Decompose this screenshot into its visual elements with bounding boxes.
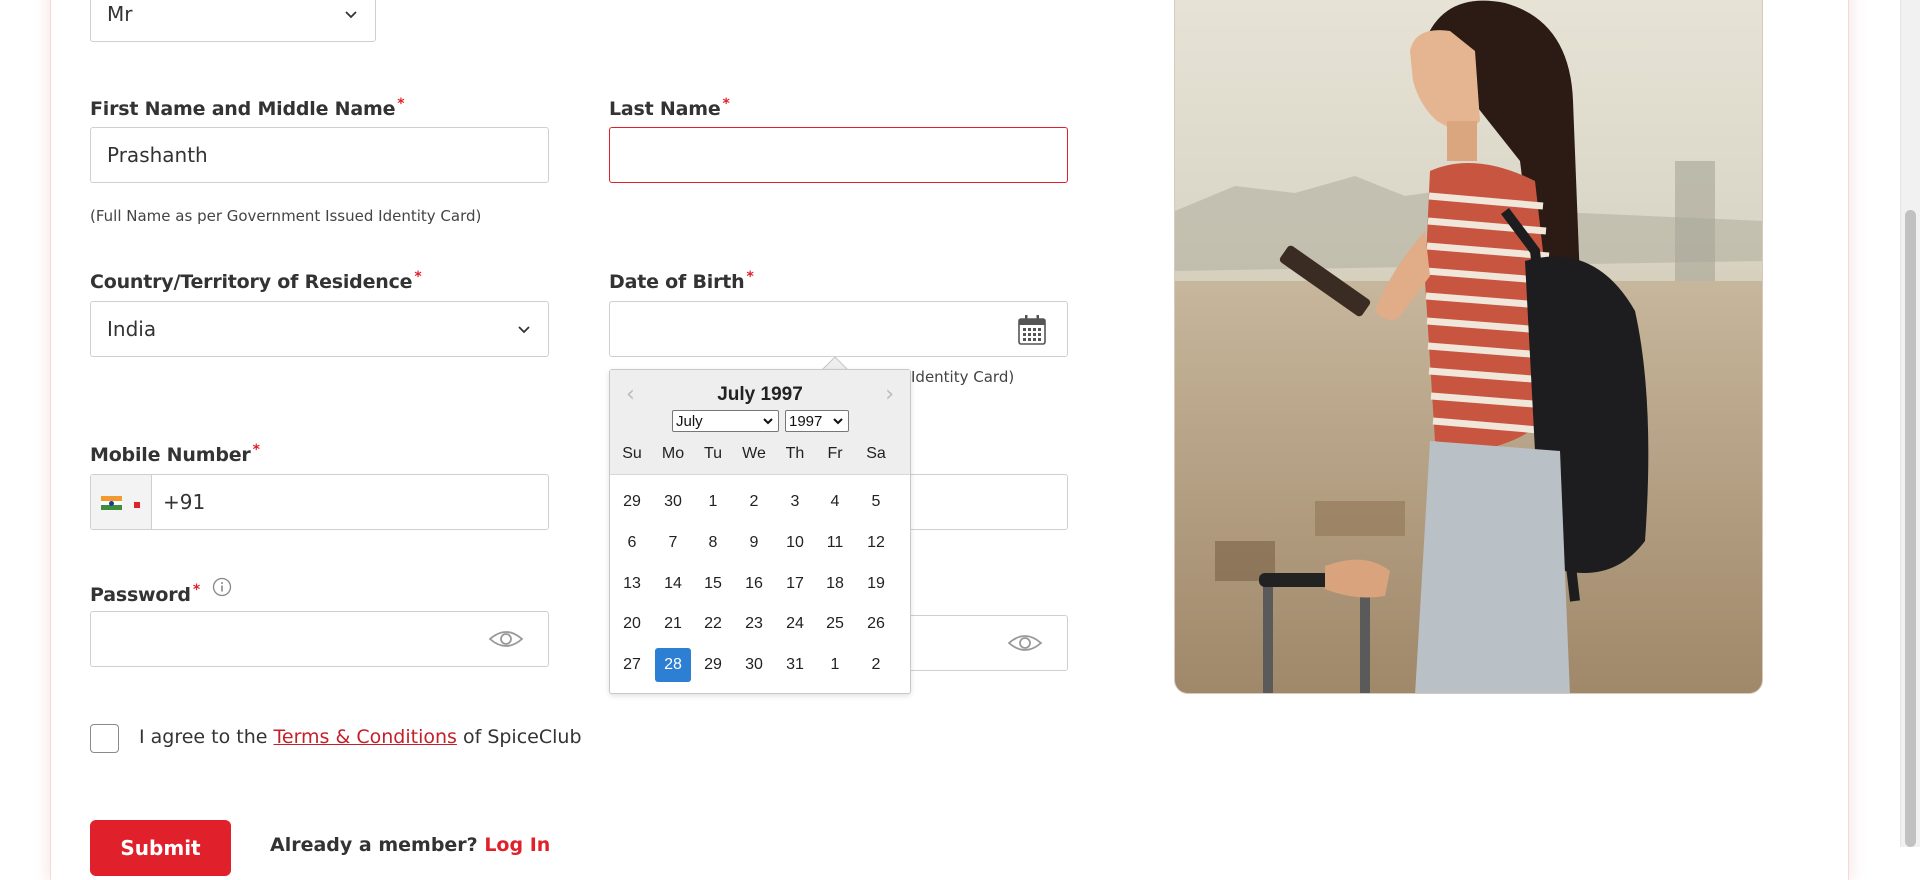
country-select[interactable]: India bbox=[90, 301, 549, 357]
mobile-value: +91 bbox=[163, 490, 206, 514]
page-scrollbar[interactable] bbox=[1900, 0, 1920, 847]
country-label: Country/Territory of Residence * bbox=[90, 269, 422, 293]
eye-icon[interactable] bbox=[1007, 633, 1043, 653]
calendar-day[interactable]: 5 bbox=[858, 485, 894, 519]
traveler-photo bbox=[1174, 0, 1763, 694]
eye-icon[interactable] bbox=[488, 629, 524, 649]
year-select-value: 1997 bbox=[789, 412, 823, 430]
calendar-day[interactable]: 6 bbox=[614, 526, 650, 560]
calendar-day[interactable]: 14 bbox=[655, 567, 691, 601]
month-select-value: July bbox=[676, 412, 703, 430]
first-name-hint: (Full Name as per Government Issued Iden… bbox=[90, 207, 482, 225]
dob-label: Date of Birth * bbox=[609, 269, 754, 293]
chevron-down-icon bbox=[763, 418, 773, 425]
calendar-day[interactable]: 30 bbox=[736, 648, 772, 682]
dropdown-caret-icon bbox=[134, 502, 140, 508]
login-link[interactable]: Log In bbox=[484, 834, 550, 856]
weekday-header: Tu bbox=[703, 445, 723, 462]
first-name-label: First Name and Middle Name * bbox=[90, 96, 405, 120]
calendar-icon[interactable] bbox=[1017, 314, 1047, 346]
calendar-day[interactable]: 26 bbox=[858, 607, 894, 641]
datepicker: ‹ July 1997 › July 1997 Su Mo Tu We Th Fr Sa 2… bbox=[609, 369, 911, 694]
password-label: Password * bbox=[90, 577, 232, 606]
info-icon[interactable] bbox=[212, 577, 232, 597]
calendar-day[interactable]: 2 bbox=[858, 648, 894, 682]
weekday-header: Fr bbox=[827, 445, 843, 462]
calendar-day[interactable]: 25 bbox=[817, 607, 853, 641]
year-select[interactable]: 1997 bbox=[785, 410, 849, 432]
page: Mr First Name and Middle Name * Prashanth… bbox=[0, 0, 1920, 880]
calendar-day[interactable]: 28 bbox=[655, 648, 691, 682]
required-mark: * bbox=[746, 269, 754, 285]
dob-hint: Identity Card) bbox=[911, 368, 1015, 386]
calendar-day[interactable]: 31 bbox=[777, 648, 813, 682]
calendar-day[interactable]: 11 bbox=[817, 526, 853, 560]
calendar-day[interactable]: 27 bbox=[614, 648, 650, 682]
calendar-day[interactable]: 20 bbox=[614, 607, 650, 641]
india-flag-icon bbox=[101, 496, 122, 510]
terms-checkbox[interactable] bbox=[90, 724, 119, 753]
calendar-day[interactable]: 18 bbox=[817, 567, 853, 601]
next-month-icon[interactable]: › bbox=[885, 382, 894, 407]
calendar-day[interactable]: 10 bbox=[777, 526, 813, 560]
calendar-day[interactable]: 19 bbox=[858, 567, 894, 601]
chevron-down-icon bbox=[345, 11, 357, 19]
calendar-day[interactable]: 30 bbox=[655, 485, 691, 519]
required-mark: * bbox=[252, 442, 260, 458]
required-mark: * bbox=[192, 582, 200, 598]
calendar-day[interactable]: 29 bbox=[614, 485, 650, 519]
weekday-header: We bbox=[742, 445, 766, 462]
country-code-dropdown[interactable] bbox=[91, 475, 152, 529]
calendar-day[interactable]: 24 bbox=[777, 607, 813, 641]
weekday-header: Mo bbox=[661, 445, 685, 462]
title-select-value: Mr bbox=[107, 2, 133, 26]
datepicker-header: ‹ July 1997 › July 1997 Su Mo Tu We Th Fr Sa bbox=[610, 370, 910, 475]
calendar-day[interactable]: 22 bbox=[695, 607, 731, 641]
calendar-day[interactable]: 21 bbox=[655, 607, 691, 641]
calendar-day[interactable]: 1 bbox=[695, 485, 731, 519]
calendar-day[interactable]: 15 bbox=[695, 567, 731, 601]
already-member-text: Already a member? Log In bbox=[270, 834, 551, 856]
calendar-day[interactable]: 12 bbox=[858, 526, 894, 560]
mobile-label: Mobile Number * bbox=[90, 442, 260, 466]
required-mark: * bbox=[397, 96, 405, 112]
mobile-input[interactable]: +91 bbox=[90, 474, 549, 530]
required-mark: * bbox=[414, 269, 422, 285]
month-select[interactable]: July bbox=[672, 410, 779, 432]
country-select-value: India bbox=[107, 317, 157, 341]
calendar-day[interactable]: 2 bbox=[736, 485, 772, 519]
scrollbar-thumb[interactable] bbox=[1905, 210, 1916, 847]
calendar-day[interactable]: 4 bbox=[817, 485, 853, 519]
chevron-down-icon bbox=[518, 326, 530, 334]
chevron-down-icon bbox=[833, 418, 843, 425]
weekday-header: Th bbox=[785, 445, 805, 462]
calendar-day[interactable]: 17 bbox=[777, 567, 813, 601]
weekday-header: Su bbox=[622, 445, 642, 462]
calendar-day[interactable]: 8 bbox=[695, 526, 731, 560]
calendar-day[interactable]: 7 bbox=[655, 526, 691, 560]
calendar-day[interactable]: 9 bbox=[736, 526, 772, 560]
calendar-day[interactable]: 1 bbox=[817, 648, 853, 682]
submit-button[interactable]: Submit bbox=[90, 820, 231, 876]
weekday-header: Sa bbox=[866, 445, 886, 462]
title-select[interactable]: Mr bbox=[90, 0, 376, 42]
terms-link[interactable]: Terms & Conditions bbox=[274, 726, 457, 748]
calendar-day[interactable]: 23 bbox=[736, 607, 772, 641]
last-name-label: Last Name * bbox=[609, 96, 730, 120]
datepicker-title: July 1997 bbox=[717, 384, 803, 405]
calendar-day[interactable]: 29 bbox=[695, 648, 731, 682]
last-name-input[interactable] bbox=[609, 127, 1068, 183]
calendar-day[interactable]: 16 bbox=[736, 567, 772, 601]
calendar-day[interactable]: 3 bbox=[777, 485, 813, 519]
terms-text: I agree to the Terms & Conditions of Spi… bbox=[139, 726, 582, 748]
first-name-input[interactable]: Prashanth bbox=[90, 127, 549, 183]
dob-input[interactable] bbox=[609, 301, 1068, 357]
password-input[interactable] bbox=[90, 611, 549, 667]
calendar-day[interactable]: 13 bbox=[614, 567, 650, 601]
required-mark: * bbox=[722, 96, 730, 112]
first-name-value: Prashanth bbox=[107, 143, 208, 167]
